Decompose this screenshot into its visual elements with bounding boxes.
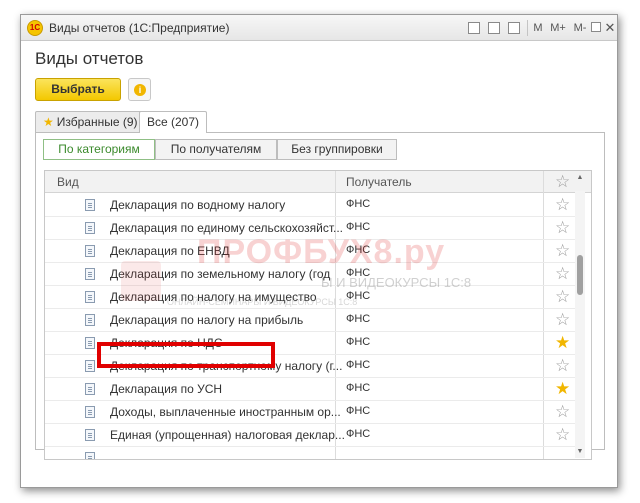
report-recipient: ФНС	[346, 198, 371, 210]
memory-button[interactable]: M	[529, 19, 547, 37]
1c-logo-icon: 1С	[27, 20, 43, 36]
column-header-recipient[interactable]: Получатель	[346, 175, 412, 189]
window-title: Виды отчетов (1С:Предприятие)	[49, 21, 230, 35]
page-title: Виды отчетов	[35, 49, 144, 68]
star-outline-icon[interactable]: ☆	[555, 425, 570, 445]
scrollbar-thumb[interactable]	[577, 255, 583, 295]
report-recipient: ФНС	[346, 359, 371, 371]
report-recipient: ФНС	[346, 336, 371, 348]
titlebar-separator	[527, 20, 528, 36]
report-types-grid: Вид Получатель ☆ Декларация по водному н…	[44, 170, 592, 460]
document-icon	[85, 199, 95, 211]
tab-favorites[interactable]: ★ Избранные (9)	[35, 111, 146, 132]
table-row[interactable]: Декларация по единому сельскохозяйст... Ф…	[45, 217, 575, 240]
report-name: Доходы, выплаченные иностранным ор...	[110, 405, 341, 419]
grid-header: Вид Получатель ☆	[45, 171, 591, 193]
document-icon	[85, 245, 95, 257]
table-row[interactable]: Декларация по налогу на имущество ФНС ☆	[45, 286, 575, 309]
report-name: Единая (упрощенная) налоговая деклар...	[110, 428, 345, 442]
group-by-recipient-button[interactable]: По получателям	[155, 139, 277, 160]
star-outline-icon[interactable]: ☆	[555, 195, 570, 215]
header-star-icon[interactable]: ☆	[555, 172, 570, 192]
info-button[interactable]: i	[128, 78, 151, 101]
star-outline-icon[interactable]: ☆	[555, 218, 570, 238]
document-icon	[85, 406, 95, 418]
tab-all[interactable]: Все (207)	[139, 111, 208, 133]
document-icon	[85, 222, 95, 234]
scroll-down-arrow[interactable]: ▼	[575, 447, 585, 457]
document-icon	[85, 337, 95, 349]
select-button[interactable]: Выбрать	[35, 78, 121, 101]
report-types-window: 1С Виды отчетов (1С:Предприятие) M M+ M-…	[20, 14, 618, 488]
table-row[interactable]: Декларация по УСН ФНС ★	[45, 378, 575, 401]
report-name: Декларация по единому сельскохозяйст...	[110, 221, 343, 235]
report-name: Декларация по налогу на прибыль	[110, 313, 304, 327]
report-name: Декларация по УСН	[110, 382, 223, 396]
report-recipient: ФНС	[346, 382, 371, 394]
favorite-star-icon[interactable]: ★	[555, 379, 570, 399]
report-recipient: ФНС	[346, 290, 371, 302]
table-row[interactable]: Декларация по транспортному налогу (г...…	[45, 355, 575, 378]
report-recipient: ФНС	[346, 221, 371, 233]
document-icon	[85, 360, 95, 372]
report-name: Декларация по транспортному налогу (г...	[110, 359, 343, 373]
star-outline-icon[interactable]: ☆	[555, 264, 570, 284]
table-row[interactable]: Доходы, выплаченные иностранным ор... ФНС…	[45, 401, 575, 424]
report-name: Декларация по НДС	[110, 336, 223, 350]
table-row[interactable]: Единая (упрощенная) налоговая деклар... Ф…	[45, 424, 575, 447]
group-by-category-button[interactable]: По категориям	[43, 139, 155, 160]
star-outline-icon[interactable]: ☆	[555, 402, 570, 422]
star-outline-icon[interactable]: ☆	[555, 241, 570, 261]
table-row[interactable]: Декларация по земельному налогу (год ФНС ☆	[45, 263, 575, 286]
star-outline-icon[interactable]: ☆	[555, 356, 570, 376]
close-icon[interactable]: ✕	[601, 19, 619, 37]
table-row[interactable]: Декларация по ЕНВД ФНС ☆	[45, 240, 575, 263]
report-recipient: ФНС	[346, 405, 371, 417]
tab-favorites-label: Избранные (9)	[56, 115, 138, 129]
document-icon	[85, 429, 95, 441]
info-icon: i	[134, 84, 146, 96]
report-name: Декларация по налогу на имущество	[110, 290, 317, 304]
calendar-icon[interactable]	[505, 19, 523, 37]
tab-all-label: Все (207)	[147, 115, 200, 129]
report-name: Декларация по ЕНВД	[110, 244, 230, 258]
title-bar: 1С Виды отчетов (1С:Предприятие) M M+ M-…	[21, 15, 617, 41]
report-recipient: ФНС	[346, 244, 371, 256]
report-name: Декларация по земельному налогу (год	[110, 267, 331, 281]
memory-add-button[interactable]: M+	[547, 19, 569, 37]
calculator-icon[interactable]	[485, 19, 503, 37]
no-grouping-button[interactable]: Без группировки	[277, 139, 397, 160]
column-header-type[interactable]: Вид	[57, 175, 79, 189]
document-icon	[85, 452, 95, 459]
table-row[interactable]: Декларация по налогу на прибыль ФНС ☆	[45, 309, 575, 332]
report-recipient: ФНС	[346, 313, 371, 325]
report-recipient: ФНС	[346, 428, 371, 440]
table-row[interactable]: Декларация по водному налогу ФНС ☆	[45, 194, 575, 217]
star-outline-icon[interactable]: ☆	[555, 310, 570, 330]
report-recipient: ФНС	[346, 267, 371, 279]
vertical-scrollbar[interactable]	[575, 191, 585, 458]
favorites-icon[interactable]	[465, 19, 483, 37]
star-icon: ★	[43, 115, 54, 129]
report-name: Декларация по водному налогу	[110, 198, 286, 212]
favorite-star-icon[interactable]: ★	[555, 333, 570, 353]
document-icon	[85, 291, 95, 303]
document-icon	[85, 314, 95, 326]
star-outline-icon[interactable]: ☆	[555, 287, 570, 307]
table-row-partial[interactable]	[45, 447, 575, 459]
scroll-up-arrow[interactable]: ▲	[575, 173, 585, 183]
table-row[interactable]: Декларация по НДС ФНС ★	[45, 332, 575, 355]
document-icon	[85, 383, 95, 395]
document-icon	[85, 268, 95, 280]
